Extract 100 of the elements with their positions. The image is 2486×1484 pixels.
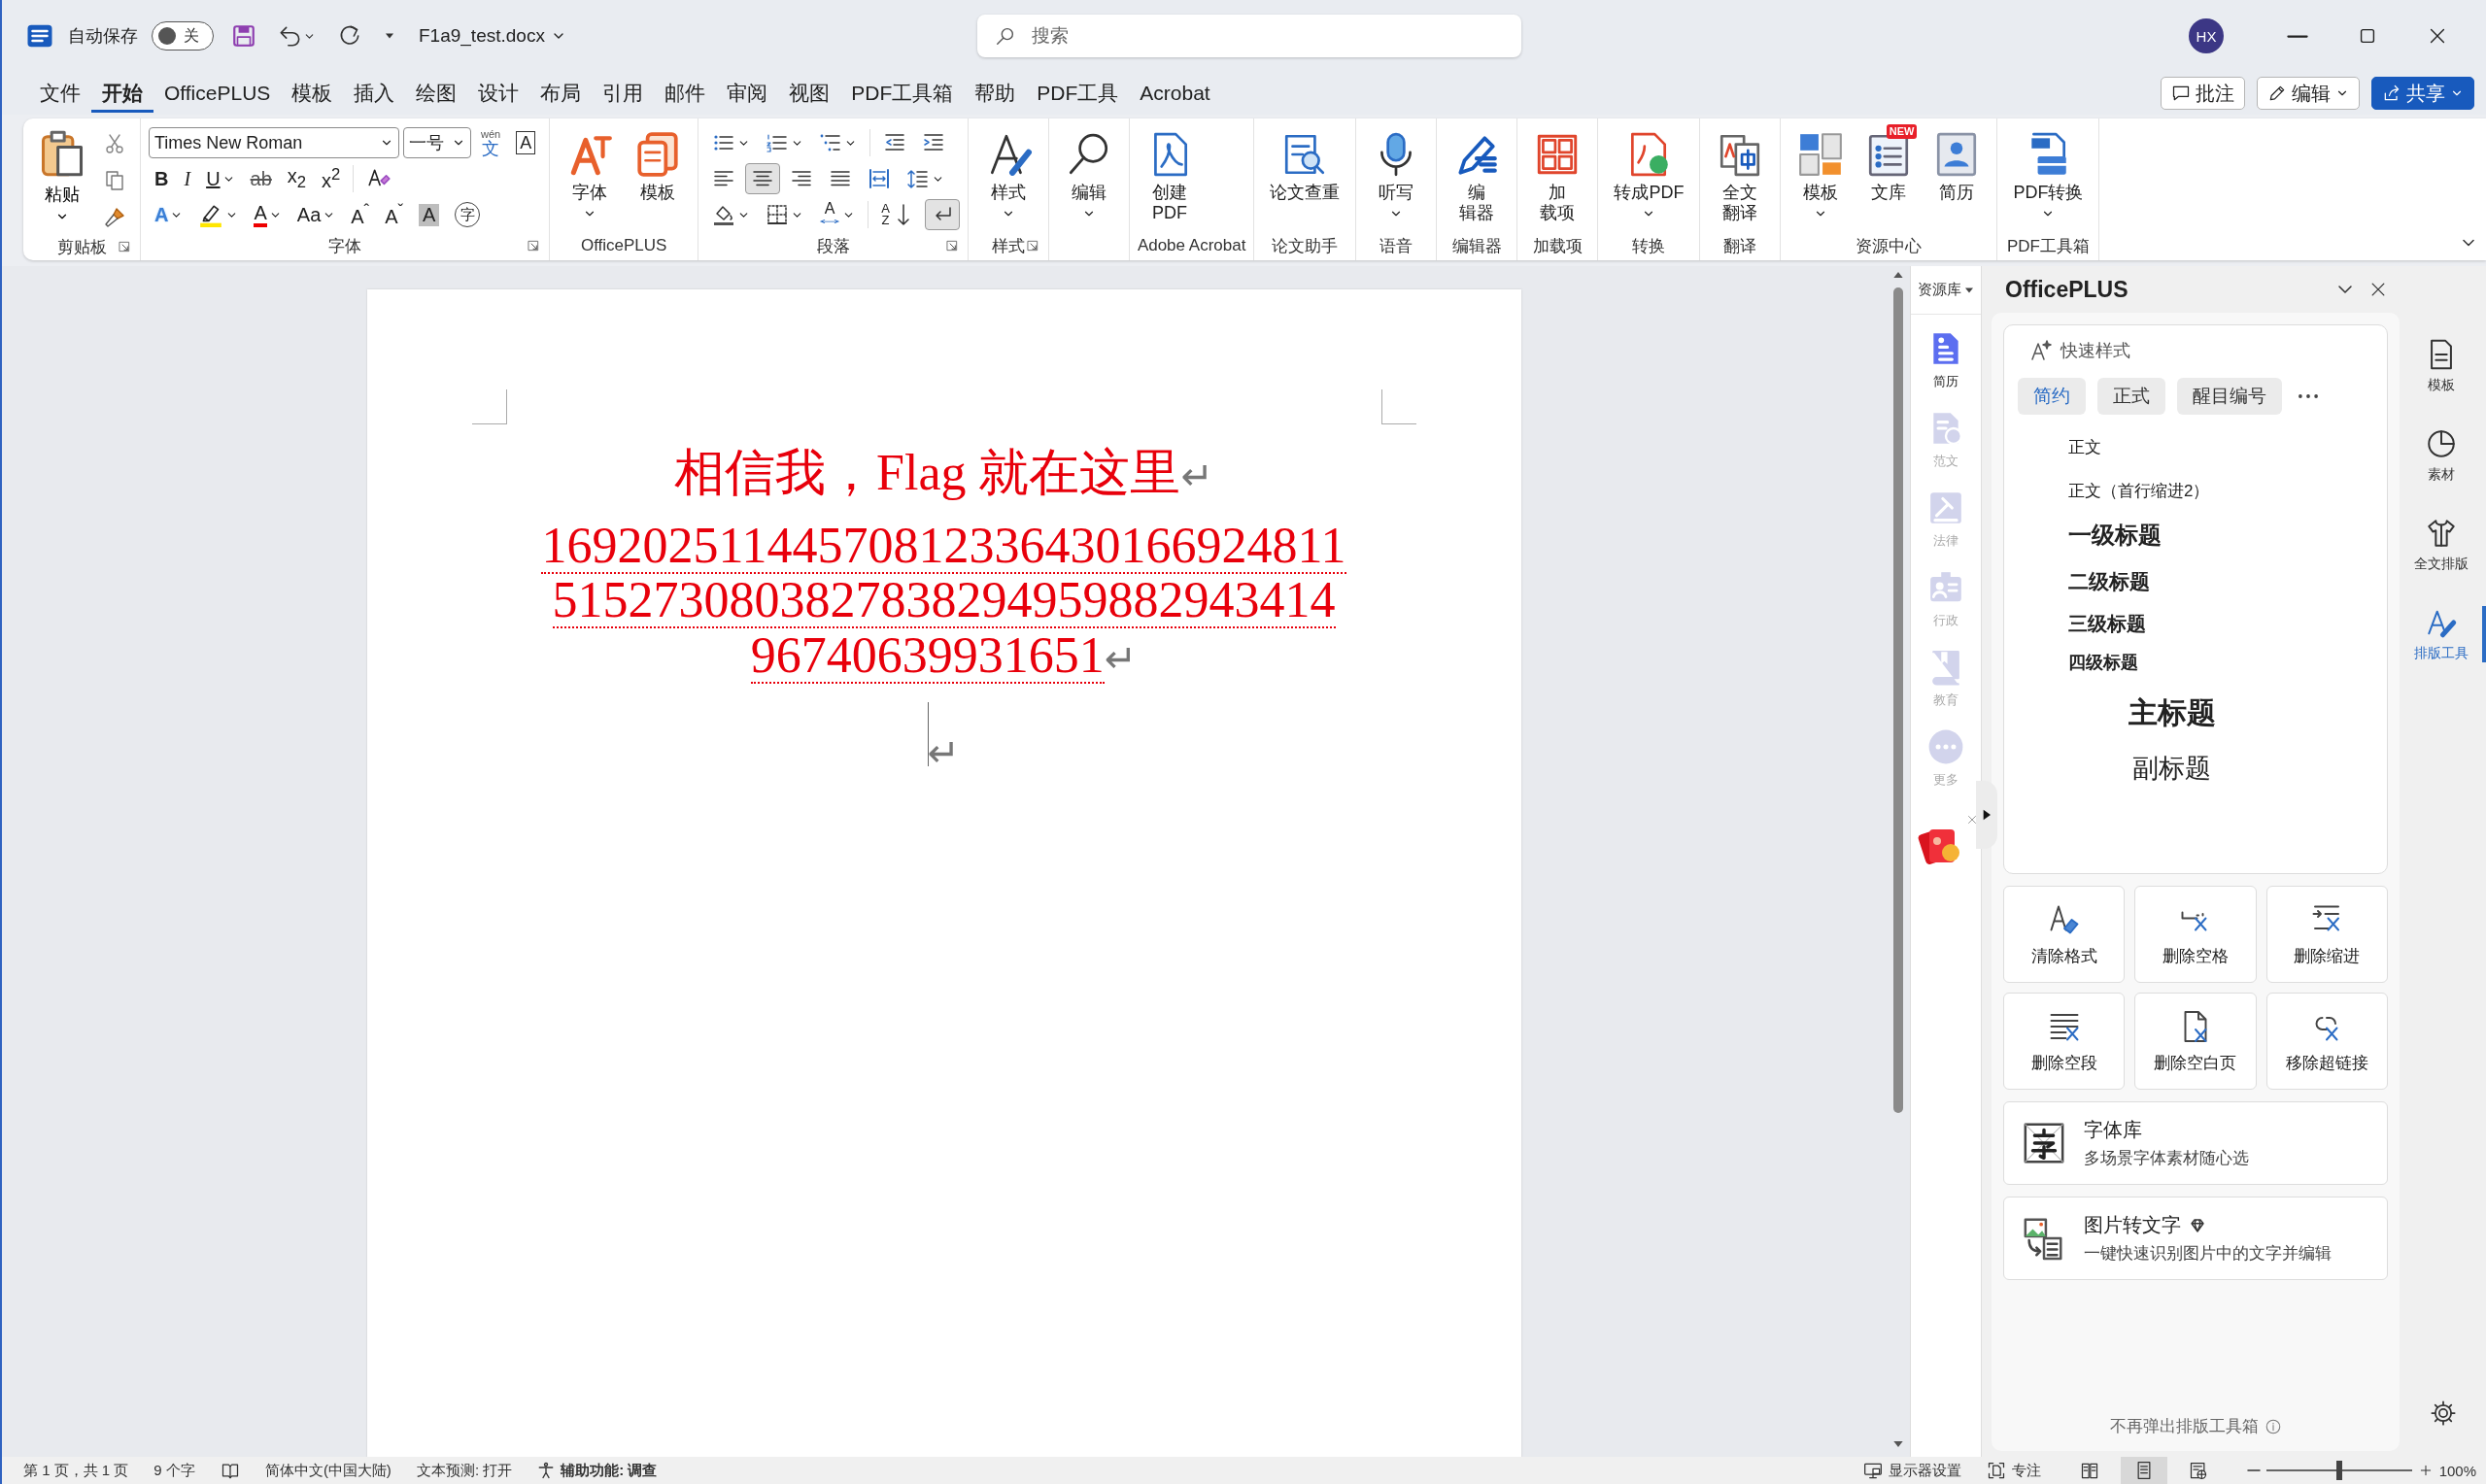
style-set-tab[interactable]: 简约 <box>2018 378 2086 415</box>
ribbon-button[interactable]: 加载项 <box>1525 124 1590 229</box>
tool-button[interactable]: 删除空段 <box>2003 993 2126 1090</box>
italic-button[interactable]: I <box>178 163 197 194</box>
font-name-field[interactable]: Times New Roman <box>149 127 399 158</box>
style-item[interactable]: 三级标题 <box>2068 611 2146 637</box>
panel-tab[interactable]: 模板 <box>2400 338 2486 394</box>
style-item[interactable]: 正文（首行缩进2） <box>2068 480 2210 502</box>
resource-library-menu[interactable]: 资源库 <box>1911 266 1981 315</box>
view-button[interactable] <box>2120 1457 2167 1484</box>
menu-tab[interactable]: 开始 <box>91 74 153 113</box>
style-item[interactable]: 主标题 <box>2128 693 2216 733</box>
underline-button[interactable]: U <box>200 163 241 194</box>
menu-tab[interactable]: Acrobat <box>1129 76 1221 111</box>
collapse-handle[interactable] <box>1976 781 1997 849</box>
resource-category[interactable]: 简历 <box>1924 326 1968 394</box>
character-border-button[interactable]: A <box>510 127 542 158</box>
panel-tab[interactable]: 全文排版 <box>2400 517 2486 573</box>
menu-tab[interactable]: PDF工具箱 <box>840 74 965 113</box>
dismiss-link[interactable]: 不再弹出排版工具箱 <box>2109 1415 2259 1437</box>
autosave-toggle[interactable]: 关 <box>152 21 214 51</box>
comments-button[interactable]: 批注 <box>2161 77 2245 110</box>
display-settings-button[interactable]: 显示器设置 <box>1862 1461 1961 1480</box>
panel-tab[interactable]: 素材 <box>2400 427 2486 484</box>
font-size-field[interactable]: 一号 <box>403 127 471 158</box>
menu-tab[interactable]: 文件 <box>29 74 91 113</box>
menu-tab[interactable]: PDF工具 <box>1026 74 1130 113</box>
menu-tab[interactable]: 审阅 <box>716 74 779 113</box>
character-spacing-button[interactable]: A <box>813 199 862 230</box>
ribbon-button[interactable]: 听写 <box>1364 124 1429 226</box>
character-shading-button[interactable]: A <box>413 199 446 230</box>
strikethrough-button[interactable]: ab <box>244 163 278 194</box>
tool-button[interactable]: 删除缩进 <box>2265 886 2388 983</box>
slider-thumb[interactable] <box>2335 1461 2342 1480</box>
menu-tab[interactable]: 设计 <box>467 74 530 113</box>
menu-tab[interactable]: OfficePLUS <box>153 76 282 111</box>
style-item[interactable]: 副标题 <box>2132 751 2211 786</box>
ribbon-button[interactable]: 样式 <box>975 124 1040 226</box>
menu-tab[interactable]: 模板 <box>281 74 344 113</box>
style-item[interactable]: 二级标题 <box>2068 568 2150 595</box>
editing-mode-button[interactable]: 编辑 <box>2257 77 2360 110</box>
ribbon-button[interactable]: 模板 <box>1788 124 1854 226</box>
menu-tab[interactable]: 布局 <box>529 74 593 113</box>
show-marks-button[interactable] <box>924 199 960 230</box>
menu-tab[interactable]: 视图 <box>778 74 841 113</box>
bold-button[interactable]: B <box>149 163 175 194</box>
shrink-font-button[interactable]: A$^{ˇ}$ <box>379 199 410 230</box>
ribbon-button[interactable]: 创建 PDF <box>1137 124 1202 229</box>
phonetic-guide-button[interactable]: wén 文 <box>475 127 507 158</box>
text-effects-button[interactable]: A <box>149 199 189 230</box>
ribbon-button[interactable]: 简历 <box>1924 124 1990 209</box>
file-name-button[interactable]: F1a9_test.docx <box>413 21 572 51</box>
ribbon-button[interactable]: NEW 文库 <box>1856 124 1922 209</box>
feature-card[interactable]: 字体库 多场景字体素材随心选 <box>2003 1101 2388 1185</box>
menu-tab[interactable]: 邮件 <box>654 74 717 113</box>
ribbon-button[interactable]: 模板 <box>626 124 691 209</box>
ribbon-button[interactable]: 转成PDF <box>1606 124 1692 226</box>
superscript-button[interactable]: x$^{2}$ <box>316 163 347 194</box>
menu-tab[interactable]: 帮助 <box>964 74 1027 113</box>
tool-button[interactable]: 清除格式 <box>2003 886 2126 983</box>
status-text[interactable]: 文本预测: 打开 <box>416 1461 513 1480</box>
style-set-tab[interactable]: 正式 <box>2097 378 2165 415</box>
menu-tab[interactable]: 绘图 <box>405 74 468 113</box>
status-text[interactable]: 9 个字 <box>153 1461 195 1480</box>
dialog-launcher-icon[interactable] <box>117 239 132 254</box>
menu-tab[interactable]: 引用 <box>592 74 655 113</box>
paste-button[interactable]: 粘贴 <box>31 124 93 227</box>
ribbon-button[interactable]: PDF转换 <box>2005 124 2092 226</box>
status-text[interactable]: 第 1 页，共 1 页 <box>23 1461 129 1480</box>
status-text[interactable]: 简体中文(中国大陆) <box>264 1461 392 1480</box>
ribbon-button[interactable]: 全文翻译 <box>1708 124 1773 229</box>
style-item[interactable]: 一级标题 <box>2068 520 2162 551</box>
share-button[interactable]: 共享 <box>2371 77 2474 110</box>
info-icon[interactable] <box>2264 1417 2282 1435</box>
scrollbar-thumb[interactable] <box>1892 287 1903 1113</box>
ribbon-button[interactable]: 编辑器 <box>1445 124 1510 229</box>
ribbon-button[interactable]: 编辑 <box>1056 124 1121 226</box>
style-set-tab[interactable]: 醒目编号 <box>2177 378 2282 415</box>
tool-button[interactable]: 移除超链接 <box>2265 993 2388 1090</box>
change-case-button[interactable]: Aa <box>290 199 342 230</box>
style-item[interactable]: 正文 <box>2068 436 2101 458</box>
font-color-button[interactable]: A <box>248 199 288 230</box>
sort-button[interactable]: A Z <box>875 199 921 230</box>
accessibility-button[interactable]: 辅助功能: 调查 <box>537 1461 658 1480</box>
search-field[interactable]: 搜索 <box>976 15 1521 57</box>
feature-card[interactable]: 图片转文字 一键快速识别图片中的文字并编辑 <box>2003 1197 2388 1280</box>
panel-tab[interactable]: 排版工具 <box>2400 606 2486 662</box>
ribbon-button[interactable]: 字体 <box>558 124 623 226</box>
subscript-button[interactable]: x$_{2}$ <box>281 163 313 194</box>
grow-font-button[interactable]: A$^{ˆ}$ <box>345 199 376 230</box>
tool-button[interactable]: 删除空白页 <box>2134 993 2257 1090</box>
user-avatar[interactable]: HX <box>2189 18 2224 53</box>
tool-button[interactable]: 删除空格 <box>2134 886 2257 983</box>
style-item[interactable]: 四级标题 <box>2068 651 2138 674</box>
ribbon-button[interactable]: 论文查重 <box>1262 124 1348 209</box>
close-icon[interactable] <box>1966 814 1978 826</box>
zoom-level[interactable]: 100% <box>2438 1462 2476 1479</box>
menu-tab[interactable]: 插入 <box>343 74 406 113</box>
align-center-button[interactable] <box>745 163 781 194</box>
focus-button[interactable]: 专注 <box>1986 1461 2041 1480</box>
